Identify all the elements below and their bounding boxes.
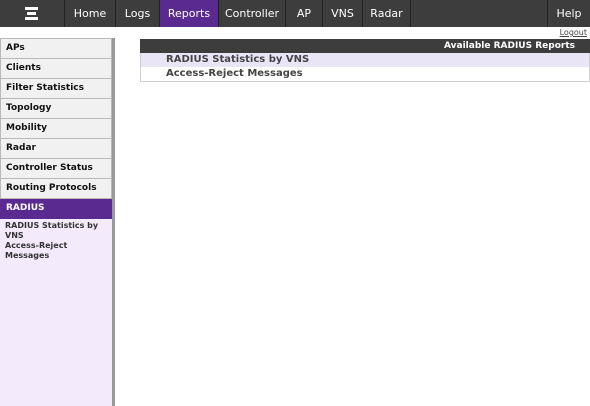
sidebar-item-filter-statistics[interactable]: Filter Statistics (0, 79, 112, 99)
sidebar-item-topology[interactable]: Topology (0, 99, 112, 119)
logo[interactable] (0, 0, 64, 27)
submenu-item-access-reject-messages[interactable]: Access-Reject Messages (5, 241, 112, 261)
tab-help[interactable]: Help (547, 0, 590, 27)
sidebar-item-radius[interactable]: RADIUS (0, 199, 112, 219)
tab-controller[interactable]: Controller (218, 0, 285, 27)
extreme-networks-logo-icon (25, 7, 38, 20)
sidebar: APs Clients Filter Statistics Topology M… (0, 38, 115, 406)
top-navigation-bar: Home Logs Reports Controller AP VNS Rada… (0, 0, 590, 27)
sidebar-item-controller-status[interactable]: Controller Status (0, 159, 112, 179)
sidebar-item-clients[interactable]: Clients (0, 59, 112, 79)
logout-link[interactable]: Logout (560, 28, 587, 37)
panel-header: Available RADIUS Reports (140, 39, 590, 53)
submenu-item-radius-statistics-by-vns[interactable]: RADIUS Statistics by VNS (5, 221, 112, 241)
tab-ap[interactable]: AP (285, 0, 322, 27)
sidebar-item-radar[interactable]: Radar (0, 139, 112, 159)
sidebar-item-routing-protocols[interactable]: Routing Protocols (0, 179, 112, 199)
sidebar-submenu: RADIUS Statistics by VNS Access-Reject M… (0, 219, 112, 261)
sidebar-item-mobility[interactable]: Mobility (0, 119, 112, 139)
tab-radar[interactable]: Radar (362, 0, 410, 27)
report-link-access-reject-messages[interactable]: Access-Reject Messages (140, 67, 590, 82)
nav-spacer (410, 0, 411, 27)
tab-vns[interactable]: VNS (322, 0, 362, 27)
sidebar-item-aps[interactable]: APs (0, 38, 112, 59)
tab-reports[interactable]: Reports (159, 0, 218, 27)
tab-home[interactable]: Home (64, 0, 115, 27)
tab-logs[interactable]: Logs (115, 0, 159, 27)
reports-panel: Available RADIUS Reports RADIUS Statisti… (140, 39, 590, 82)
report-link-radius-statistics-by-vns[interactable]: RADIUS Statistics by VNS (140, 53, 590, 67)
